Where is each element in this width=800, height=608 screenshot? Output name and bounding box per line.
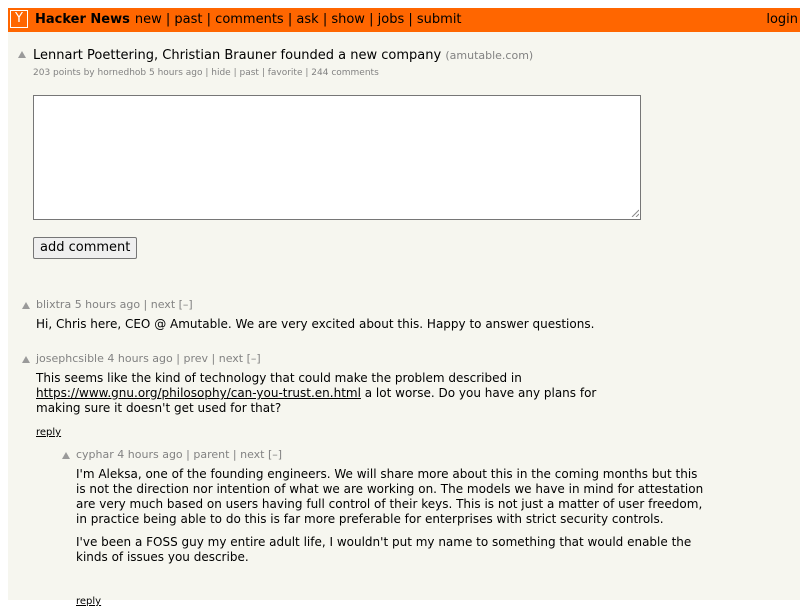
comment-header: josephcsible 4 hours ago | prev | next [… — [36, 352, 261, 365]
nav-submit[interactable]: submit — [417, 12, 462, 27]
comment-age-link[interactable]: 5 hours ago — [75, 298, 140, 311]
story-points: 203 points — [33, 68, 81, 78]
comment-parent-link[interactable]: parent — [193, 448, 229, 461]
story-title-line: Lennart Poettering, Christian Brauner fo… — [33, 48, 533, 64]
comment-url-link[interactable]: https://www.gnu.org/philosophy/can-you-t… — [36, 386, 361, 400]
comment-next-link[interactable]: next — [151, 298, 175, 311]
comment-age-link[interactable]: 4 hours ago — [107, 352, 172, 365]
nav-jobs[interactable]: jobs — [378, 12, 405, 27]
story-author-link[interactable]: hornedhob — [97, 68, 146, 78]
nav-past[interactable]: past — [174, 12, 202, 27]
header-bar: Y Hacker News new | past | comments | ask… — [8, 8, 800, 32]
past-link[interactable]: past — [240, 68, 259, 78]
comment-blixtra: blixtra 5 hours ago | next [–] Hi, Chris… — [8, 298, 800, 338]
story-age-link[interactable]: 5 hours ago — [149, 68, 203, 78]
comment-header: cyphar 4 hours ago | parent | next [–] — [76, 448, 283, 461]
comment-upvote-arrow-icon[interactable] — [22, 356, 30, 363]
reply-link[interactable]: reply — [76, 596, 101, 608]
nav-comments[interactable]: comments — [215, 12, 284, 27]
comment-upvote-arrow-icon[interactable] — [62, 452, 70, 459]
comment-textarea[interactable] — [33, 95, 641, 220]
y-logo-icon[interactable]: Y — [10, 10, 28, 28]
comment-author-link[interactable]: blixtra — [36, 298, 71, 311]
story-title-link[interactable]: Lennart Poettering, Christian Brauner fo… — [33, 48, 441, 63]
comment-text: This seems like the kind of technology t… — [36, 371, 597, 415]
comment-text: Hi, Chris here, CEO @ Amutable. We are v… — [36, 317, 595, 331]
comment-text: I'm Aleksa, one of the founding engineer… — [76, 467, 704, 564]
comment-prev-link[interactable]: prev — [183, 352, 208, 365]
page: Y Hacker News new | past | comments | ask… — [8, 8, 800, 607]
comments-count-link[interactable]: 244 comments — [311, 68, 379, 78]
comment-cyphar: cyphar 4 hours ago | parent | next [–] I… — [8, 448, 800, 607]
comment-upvote-arrow-icon[interactable] — [22, 302, 30, 309]
comment-next-link[interactable]: next — [240, 448, 264, 461]
top-nav: Hacker News new | past | comments | ask |… — [35, 12, 462, 27]
comment-josephcsible: josephcsible 4 hours ago | prev | next [… — [8, 352, 800, 442]
hide-link[interactable]: hide — [211, 68, 230, 78]
comment-next-link[interactable]: next — [219, 352, 243, 365]
resize-grip-icon[interactable] — [630, 208, 639, 217]
add-comment-button[interactable]: add comment — [33, 237, 138, 259]
nav-ask[interactable]: ask — [296, 12, 318, 27]
comment-age-link[interactable]: 4 hours ago — [117, 448, 182, 461]
comment-collapse-toggle[interactable]: [–] — [179, 298, 193, 311]
comment-header: blixtra 5 hours ago | next [–] — [36, 298, 193, 311]
reply-link[interactable]: reply — [36, 427, 61, 439]
nav-new[interactable]: new — [135, 12, 162, 27]
comment-author-link[interactable]: cyphar — [76, 448, 114, 461]
upvote-arrow-icon[interactable] — [18, 51, 26, 58]
comment-author-link[interactable]: josephcsible — [36, 352, 104, 365]
story-site[interactable]: (amutable.com) — [445, 49, 533, 62]
nav-show[interactable]: show — [331, 12, 365, 27]
comment-collapse-toggle[interactable]: [–] — [268, 448, 282, 461]
login-link[interactable]: login — [766, 12, 798, 28]
story-subtext: 203 points by hornedhob 5 hours ago | hi… — [33, 68, 379, 78]
favorite-link[interactable]: favorite — [268, 68, 303, 78]
comment-collapse-toggle[interactable]: [–] — [247, 352, 261, 365]
site-title-link[interactable]: Hacker News — [35, 12, 130, 27]
